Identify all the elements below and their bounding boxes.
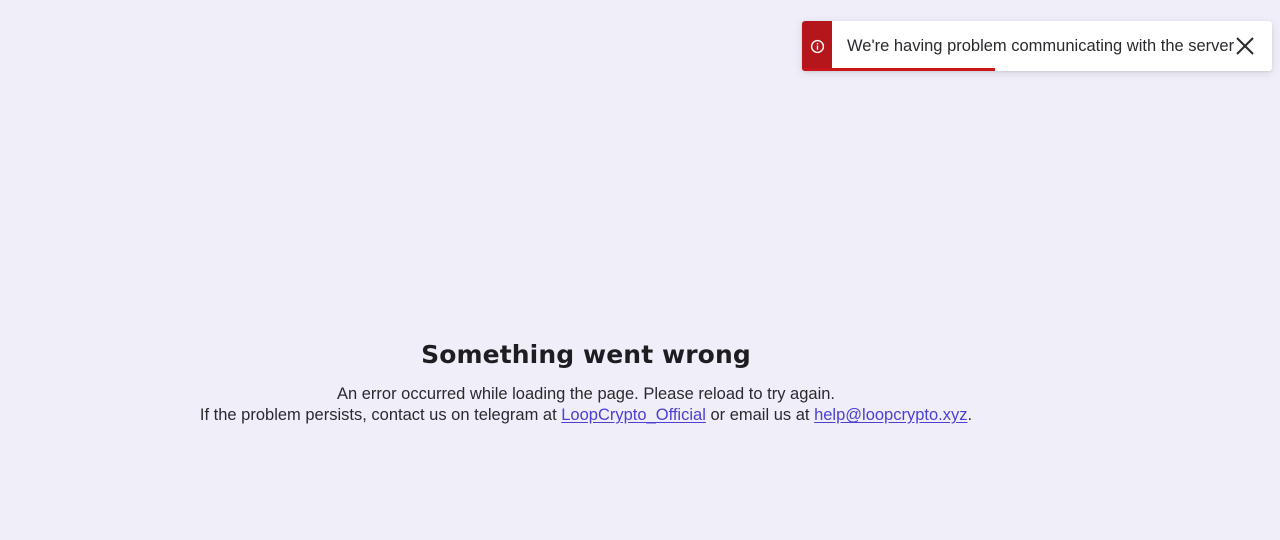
error-line-1: An error occurred while loading the page… [336,385,836,403]
error-toast: We're having problem communicating with … [802,21,1272,71]
error-line-2-middle: or email us at [705,406,815,424]
error-line-2-prefix: If the problem persists, contact us on t… [199,406,562,424]
info-circle-icon [810,39,825,54]
toast-progress-bar [802,68,995,71]
telegram-link[interactable]: LoopCrypto_Official [561,406,706,424]
error-message-block: Something went wrong An error occurred w… [0,336,1172,426]
toast-message: We're having problem communicating with … [847,37,1235,55]
error-title: Something went wrong [421,340,751,369]
close-icon[interactable] [1234,35,1256,57]
email-link[interactable]: help@loopcrypto.xyz [814,406,967,424]
toast-accent-bar [802,21,832,71]
error-line-2-suffix: . [967,406,973,424]
error-description: An error occurred while loading the page… [0,384,1172,426]
